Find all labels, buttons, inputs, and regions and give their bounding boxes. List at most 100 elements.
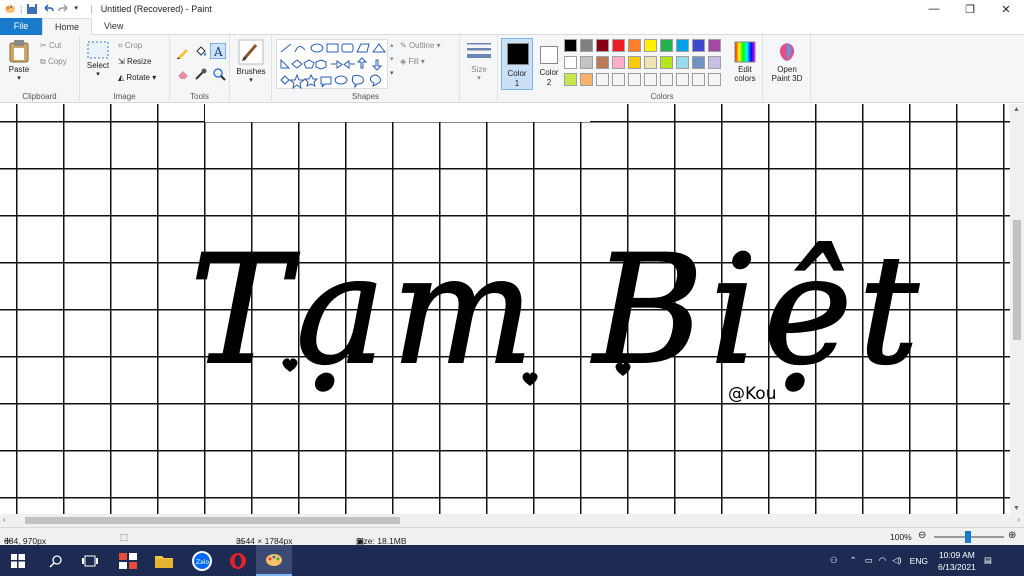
color-swatch[interactable] [692, 73, 705, 86]
task-view-button[interactable] [72, 545, 108, 576]
scroll-left-icon[interactable]: ‹ [3, 515, 6, 524]
select-button[interactable]: Select ▾ [84, 41, 112, 78]
taskbar-app-zalo[interactable]: Zalo [184, 545, 220, 576]
color-swatch[interactable] [676, 39, 689, 52]
color-swatch[interactable] [596, 56, 609, 69]
scroll-right-icon[interactable]: › [1017, 515, 1020, 524]
zoom-slider-thumb[interactable] [965, 531, 971, 543]
search-button[interactable] [38, 545, 74, 576]
color2-button[interactable]: Color 2 [535, 38, 563, 90]
color-swatch[interactable] [580, 56, 593, 69]
tab-file[interactable]: File [0, 18, 42, 35]
save-icon[interactable] [26, 3, 38, 15]
brushes-button[interactable]: Brushes ▾ [234, 39, 268, 84]
color-swatch[interactable] [676, 73, 689, 86]
close-button[interactable]: ✕ [988, 0, 1024, 18]
crop-button[interactable]: ⌗ Crop [118, 41, 142, 51]
clock[interactable]: 10:09 AM 6/13/2021 [938, 549, 976, 573]
color-swatch[interactable] [676, 56, 689, 69]
paste-button[interactable]: Paste ▾ [4, 39, 34, 82]
eraser-icon[interactable] [176, 67, 190, 81]
color-picker-icon[interactable] [194, 67, 208, 81]
edit-colors-button[interactable]: Edit colors [732, 41, 758, 83]
color-swatch[interactable] [580, 39, 593, 52]
restore-button[interactable]: ❐ [952, 0, 988, 18]
paint-app-icon[interactable] [4, 3, 16, 15]
color-swatch[interactable] [612, 56, 625, 69]
show-hidden-icons-icon[interactable]: ⌃ [850, 555, 857, 566]
pencil-icon[interactable] [176, 45, 190, 59]
cut-button[interactable]: ✂ Cut [40, 41, 61, 50]
color-swatch[interactable] [708, 56, 721, 69]
resize-button[interactable]: ⇲ Resize [118, 57, 151, 66]
shapes-scroll-up[interactable]: ▴ [390, 41, 394, 49]
color-swatch[interactable] [644, 73, 657, 86]
scissors-icon: ✂ [40, 41, 47, 50]
color-swatch[interactable] [660, 39, 673, 52]
open-paint3d-button[interactable]: Open Paint 3D [766, 41, 808, 83]
tab-view[interactable]: View [92, 18, 135, 35]
size-button[interactable]: Size ▾ [464, 41, 494, 82]
taskbar-app-photos[interactable] [110, 545, 146, 576]
shapes-more[interactable]: ▾ [390, 69, 394, 77]
language-indicator[interactable]: ENG [910, 556, 928, 566]
scroll-up-icon[interactable]: ▲ [1013, 106, 1020, 113]
color-swatch[interactable] [612, 39, 625, 52]
taskbar-app-file-explorer[interactable] [146, 545, 182, 576]
color-swatch[interactable] [564, 39, 577, 52]
color-swatch[interactable] [596, 73, 609, 86]
notifications-icon[interactable]: ▤ [984, 555, 992, 566]
zoom-in-button[interactable]: ⊕ [1008, 530, 1016, 541]
text-tool-icon[interactable]: A [210, 43, 226, 59]
fill-bucket-icon[interactable] [194, 45, 208, 59]
color-swatch[interactable] [580, 73, 593, 86]
outline-button[interactable]: ✎ Outline ▾ [400, 41, 441, 50]
paste-dropdown-icon[interactable]: ▾ [4, 74, 34, 82]
color-swatch[interactable] [660, 56, 673, 69]
color-swatch[interactable] [628, 73, 641, 86]
magnifier-icon[interactable] [212, 67, 226, 81]
color-swatch[interactable] [612, 73, 625, 86]
zoom-out-button[interactable]: ⊖ [918, 530, 926, 541]
color-swatch[interactable] [564, 73, 577, 86]
scroll-down-icon[interactable]: ▼ [1013, 505, 1020, 512]
color-swatch[interactable] [692, 39, 705, 52]
color-swatch[interactable] [596, 39, 609, 52]
shapes-gallery[interactable] [276, 39, 388, 90]
vertical-scroll-thumb[interactable] [1013, 220, 1021, 340]
customize-toolbar-icon[interactable]: ▾ [74, 3, 86, 15]
vertical-scrollbar[interactable]: ▲ ▼ [1010, 104, 1024, 514]
color1-button[interactable]: Color 1 [501, 38, 533, 90]
taskbar-app-paint[interactable] [256, 545, 292, 576]
battery-icon[interactable]: ▭ [865, 555, 873, 566]
tab-home[interactable]: Home [42, 18, 93, 36]
color-swatch[interactable] [644, 39, 657, 52]
rotate-button[interactable]: ◭ Rotate ▾ [118, 73, 156, 82]
brushes-dropdown-icon[interactable]: ▾ [234, 76, 268, 84]
shapes-scroll-down[interactable]: ▾ [390, 55, 394, 63]
fill-button[interactable]: ◈ Fill ▾ [400, 57, 425, 66]
start-button[interactable] [0, 545, 36, 576]
undo-icon[interactable] [42, 3, 55, 15]
volume-icon[interactable]: ◁) [892, 555, 901, 566]
copy-button[interactable]: ⧉ Copy [40, 57, 67, 67]
horizontal-scrollbar[interactable]: ‹ › [0, 514, 1024, 527]
size-dropdown-icon[interactable]: ▾ [464, 74, 494, 82]
wifi-icon[interactable]: ◠ [879, 555, 886, 566]
color-swatch[interactable] [708, 39, 721, 52]
horizontal-scroll-thumb[interactable] [25, 517, 400, 524]
color-swatch[interactable] [564, 56, 577, 69]
color2-swatch [540, 46, 558, 64]
people-icon[interactable]: ⚇ [830, 555, 838, 566]
minimize-button[interactable]: — [916, 0, 952, 18]
color-swatch[interactable] [660, 73, 673, 86]
color-swatch[interactable] [628, 39, 641, 52]
color-swatch[interactable] [692, 56, 705, 69]
select-dropdown-icon[interactable]: ▾ [84, 70, 112, 78]
color-swatch[interactable] [644, 56, 657, 69]
color-swatch[interactable] [708, 73, 721, 86]
taskbar-app-opera[interactable] [220, 545, 256, 576]
color-swatch[interactable] [628, 56, 641, 69]
redo-icon[interactable] [58, 3, 70, 15]
canvas-area[interactable]: Tạm Biệt @Kou [0, 104, 1010, 514]
